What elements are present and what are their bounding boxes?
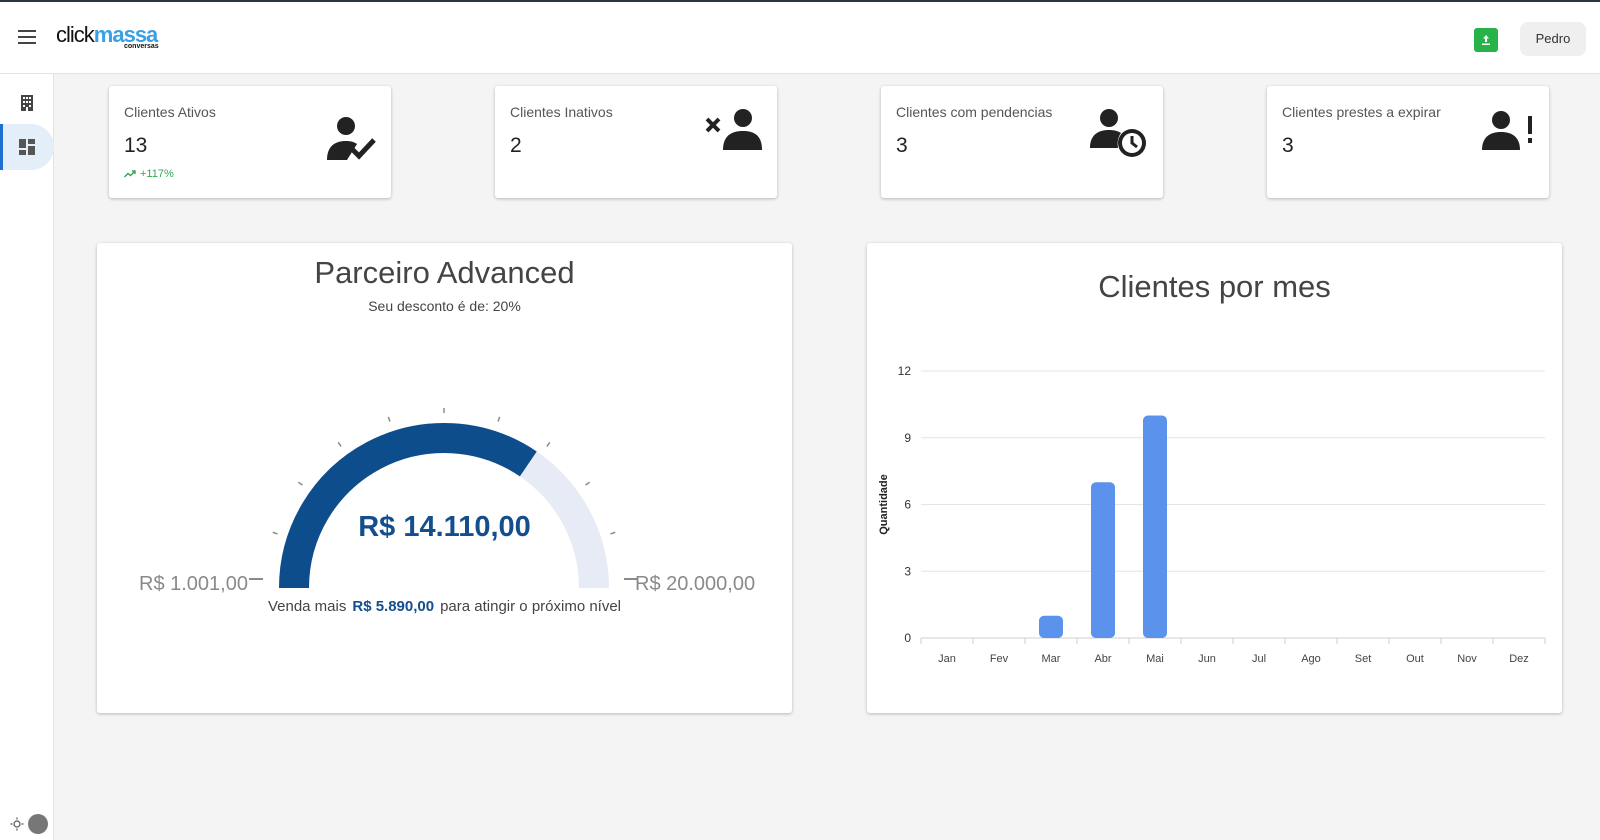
x-tick-label: Jun	[1198, 653, 1216, 665]
y-tick-label: 6	[904, 498, 911, 512]
y-axis-label: Quantidade	[878, 474, 890, 535]
stat-label: Clientes com pendencias	[896, 104, 1053, 120]
x-tick-label: Dez	[1509, 653, 1529, 665]
user-alert-icon	[1482, 111, 1532, 150]
bar-abr[interactable]	[1091, 482, 1115, 638]
gauge-tick	[546, 441, 551, 447]
partner-level-card: Parceiro Advanced Seu desconto é de: 20%…	[97, 243, 792, 713]
stat-card-active: Clientes Ativos 13 +117%	[109, 86, 391, 198]
toggle-knob	[28, 814, 48, 834]
gauge-footer-amount: R$ 5.890,00	[352, 598, 435, 615]
x-tick-label: Abr	[1094, 653, 1111, 665]
gauge-tick	[337, 441, 342, 447]
upload-icon[interactable]	[1474, 28, 1498, 52]
stat-value: 2	[510, 134, 522, 157]
x-tick-label: Ago	[1301, 653, 1321, 665]
logo-text-main: click	[56, 22, 95, 47]
x-tick-label: Jan	[938, 653, 956, 665]
sidebar-item-companies[interactable]	[0, 80, 54, 126]
stat-card-pending: Clientes com pendencias 3	[881, 86, 1163, 198]
stat-card-inactive: Clientes Inativos 2	[495, 86, 777, 198]
gauge-max-label: R$ 20.000,00	[635, 573, 756, 595]
gauge-tick	[585, 481, 591, 486]
gauge-footer: Venda mais R$ 5.890,00 para atingir o próx…	[97, 598, 792, 615]
gauge-tick	[497, 416, 501, 422]
x-tick-label: Mai	[1146, 653, 1164, 665]
x-tick-label: Mar	[1042, 653, 1061, 665]
stat-trend: +117%	[124, 168, 174, 180]
gauge-current-value: R$ 14.110,00	[358, 511, 531, 543]
sun-icon	[10, 817, 24, 831]
x-tick-label: Set	[1355, 653, 1372, 665]
bar-mar[interactable]	[1039, 615, 1063, 638]
user-remove-icon	[705, 109, 762, 150]
x-tick-label: Nov	[1457, 653, 1477, 665]
x-tick-label: Jul	[1252, 653, 1266, 665]
y-tick-label: 0	[904, 631, 911, 645]
stat-value: 13	[124, 134, 148, 157]
dashboard-icon	[19, 139, 35, 155]
theme-toggle[interactable]	[6, 814, 50, 834]
trending-up-icon	[124, 170, 136, 178]
stat-label: Clientes prestes a expirar	[1282, 104, 1441, 120]
menu-icon[interactable]	[14, 26, 40, 50]
y-tick-label: 9	[904, 431, 911, 445]
bar-mai[interactable]	[1143, 415, 1167, 639]
gauge-footer-suffix: para atingir o próximo nível	[440, 598, 622, 615]
clients-chart-card: Clientes por mes 0 3 6 9 12 Jan Fev Mar Abr Mai Ju…	[867, 243, 1562, 713]
clients-bar-chart: 0 3 6 9 12 Jan Fev Mar Abr Mai Jun Jul Ago Set Out Nov D…	[878, 364, 1546, 665]
gauge-min-label: R$ 1.001,00	[139, 573, 248, 595]
user-clock-icon	[1090, 109, 1146, 157]
gauge-footer-prefix: Venda mais	[267, 598, 347, 615]
app-logo[interactable]: clickmassa conversas	[56, 22, 159, 54]
logo-subtitle: conversas	[124, 43, 159, 50]
user-menu-button[interactable]: Pedro	[1520, 22, 1586, 56]
stat-trend-value: +117%	[140, 168, 174, 180]
app-header: clickmassa conversas Pedro	[0, 2, 1600, 74]
stat-label: Clientes Ativos	[124, 104, 216, 120]
stat-value: 3	[1282, 134, 1294, 157]
sidebar	[0, 74, 54, 840]
x-tick-label: Fev	[990, 653, 1009, 665]
stat-card-expiring: Clientes prestes a expirar 3	[1267, 86, 1549, 198]
building-icon	[21, 95, 33, 111]
stat-label: Clientes Inativos	[510, 104, 613, 120]
stat-value: 3	[896, 134, 908, 157]
y-tick-label: 3	[904, 564, 911, 578]
y-tick-label: 12	[898, 364, 912, 378]
partner-gauge	[249, 408, 638, 589]
user-check-icon	[327, 117, 376, 160]
gauge-tick	[387, 416, 391, 422]
sidebar-item-dashboard[interactable]	[0, 124, 54, 170]
gauge-tick	[297, 481, 303, 486]
x-tick-label: Out	[1406, 653, 1424, 665]
